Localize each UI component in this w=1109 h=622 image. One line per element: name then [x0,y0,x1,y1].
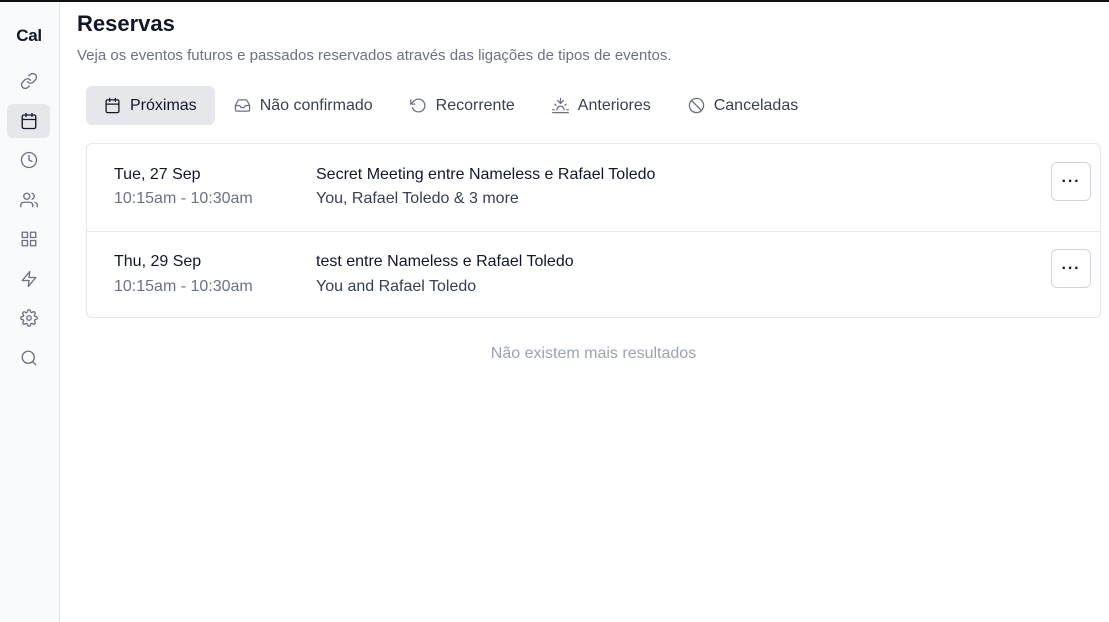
sunset-icon [551,97,569,114]
booking-row[interactable]: Tue, 27 Sep 10:15am - 10:30am Secret Mee… [87,144,1100,231]
users-icon [19,192,38,208]
tab-label: Anteriores [577,96,651,114]
booking-tabs: Próximas Não confirmado Recorrente Anter… [86,86,817,125]
sidebar-item-bookings[interactable] [7,104,50,138]
booking-time: 10:15am - 10:30am [114,278,253,295]
search-icon [21,350,36,366]
tab-label: Recorrente [435,96,515,114]
app-logo[interactable]: Cal [0,26,58,46]
page-subtitle: Veja os eventos futuros e passados reser… [77,47,672,64]
sidebar-item-workflows[interactable] [7,262,50,296]
no-more-results: Não existem mais resultados [490,345,697,362]
sidebar: Cal [0,2,60,622]
calendar-icon [105,97,120,114]
zap-icon [21,270,36,288]
inbox-icon [234,99,250,112]
tab-past[interactable]: Anteriores [534,86,669,125]
bookings-list: Tue, 27 Sep 10:15am - 10:30am Secret Mee… [86,143,1101,318]
more-options-button[interactable]: ··· [1051,249,1091,288]
rotate-ccw-icon [409,98,426,113]
main-content: Reservas Veja os eventos futuros e passa… [61,0,1109,622]
booking-date: Thu, 29 Sep [114,253,202,270]
calendar-icon [21,112,36,130]
page-title: Reservas [77,11,175,36]
booking-title[interactable]: Secret Meeting entre Nameless e Rafael T… [316,166,655,184]
clock-icon [20,151,37,169]
tab-cancelled[interactable]: Canceladas [670,86,817,125]
sidebar-item-apps[interactable] [7,222,50,256]
tab-unconfirmed[interactable]: Não confirmado [216,86,391,125]
link-icon [20,72,37,90]
more-options-button[interactable]: ··· [1051,162,1091,201]
sidebar-item-teams[interactable] [7,183,50,217]
gear-icon [19,309,38,327]
booking-time: 10:15am - 10:30am [114,190,253,207]
sidebar-item-event-types[interactable] [7,64,50,98]
sidebar-item-availability[interactable] [7,143,50,177]
tab-label: Próximas [130,96,197,114]
tab-recurring[interactable]: Recorrente [392,86,533,125]
booking-title[interactable]: test entre Nameless e Rafael Toledo [316,253,574,271]
booking-attendees[interactable]: You and Rafael Toledo [316,278,476,296]
tab-label: Canceladas [713,96,799,114]
booking-row[interactable]: Thu, 29 Sep 10:15am - 10:30am test entre… [87,231,1100,318]
tab-upcoming[interactable]: Próximas [86,86,215,125]
sidebar-item-settings[interactable] [7,301,50,335]
booking-attendees[interactable]: You, Rafael Toledo & 3 more [316,190,519,208]
tab-label: Não confirmado [259,96,373,114]
slash-circle-icon [688,97,704,114]
booking-date: Tue, 27 Sep [114,166,201,183]
sidebar-item-search[interactable] [7,341,50,375]
grid-icon [21,231,36,247]
